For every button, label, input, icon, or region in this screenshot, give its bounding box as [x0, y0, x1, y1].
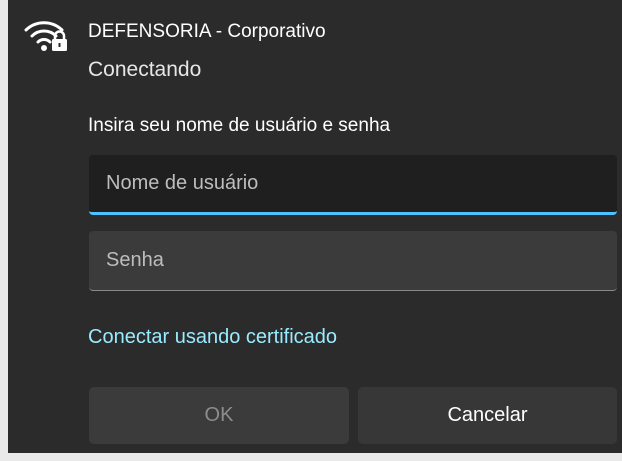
username-field[interactable] [89, 155, 617, 215]
network-name: DEFENSORIA - Corporativo [88, 21, 326, 42]
connect-with-certificate-link[interactable]: Conectar usando certificado [88, 326, 337, 349]
password-input[interactable] [106, 249, 600, 272]
credentials-instruction: Insira seu nome de usuário e senha [88, 115, 391, 136]
wifi-auth-panel: DEFENSORIA - Corporativo Conectando Insi… [8, 0, 622, 453]
connection-status: Conectando [88, 58, 202, 81]
wifi-secured-icon [22, 14, 70, 58]
cancel-button[interactable]: Cancelar [358, 387, 617, 444]
username-input[interactable] [106, 172, 600, 195]
password-field[interactable] [89, 231, 617, 291]
ok-button[interactable]: OK [89, 387, 349, 444]
